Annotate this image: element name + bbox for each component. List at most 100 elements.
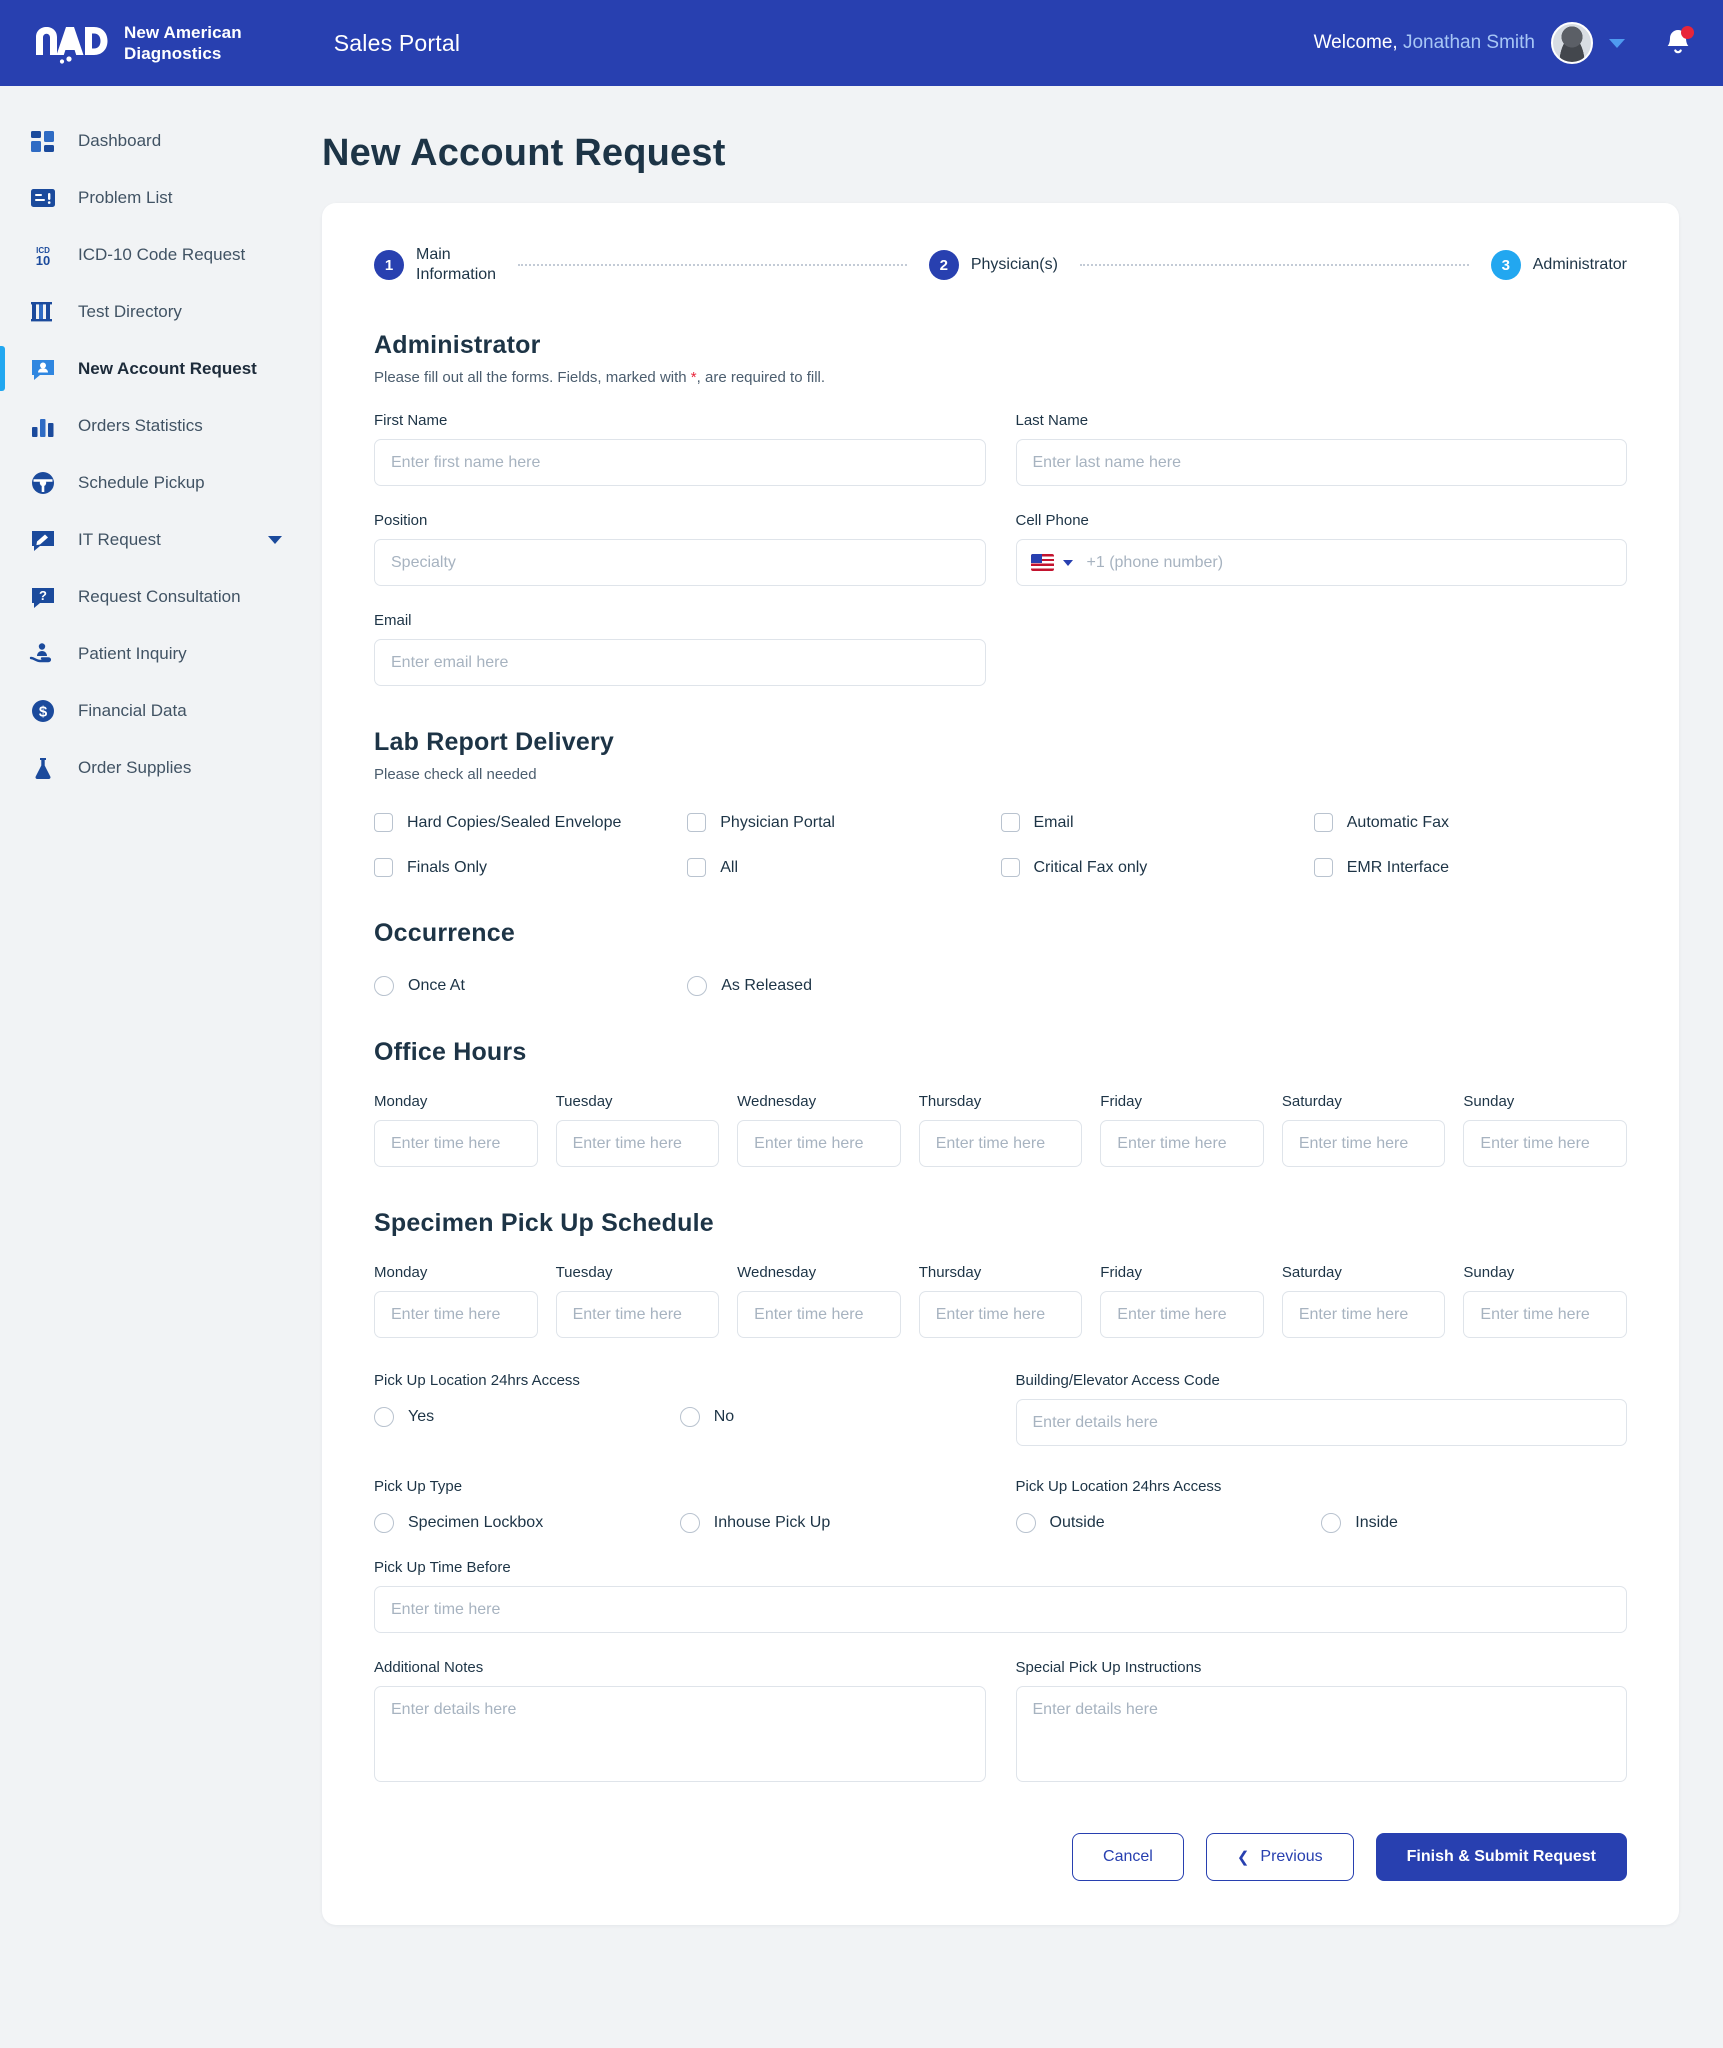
step-physicians[interactable]: 2 Physician(s) (928, 250, 1058, 280)
sidebar-item-orders-statistics[interactable]: Orders Statistics (0, 397, 322, 454)
avatar[interactable] (1551, 22, 1593, 64)
sidebar-item-new-account-request[interactable]: New Account Request (0, 340, 322, 397)
office-hours-input-monday[interactable] (374, 1120, 538, 1167)
sidebar-item-label: Dashboard (78, 130, 162, 150)
notifications-button[interactable] (1663, 26, 1694, 59)
specimen-input-thursday[interactable] (918, 1291, 1083, 1338)
office-hours-section: Office Hours Monday Tuesday Wednesday Th… (374, 1038, 1627, 1167)
us-flag-icon (1030, 554, 1054, 571)
brand-line-1: New American (124, 22, 242, 42)
specimen-input-sunday[interactable] (1463, 1291, 1627, 1338)
specimen-input-friday[interactable] (1100, 1291, 1264, 1338)
office-hours-input-sunday[interactable] (1463, 1120, 1627, 1167)
sidebar-item-order-supplies[interactable]: Order Supplies (0, 739, 322, 796)
first-name-input[interactable] (374, 439, 986, 486)
specimen-input-wednesday[interactable] (737, 1291, 901, 1338)
sidebar-item-schedule-pickup[interactable]: Schedule Pickup (0, 454, 322, 511)
office-hours-input-saturday[interactable] (1281, 1120, 1446, 1167)
cell-phone-placeholder: +1 (phone number) (1086, 553, 1224, 571)
sidebar-item-icd10[interactable]: ICD 10 ICD-10 Code Request (0, 226, 322, 283)
radio-once-at[interactable]: Once At (374, 976, 687, 996)
cancel-button[interactable]: Cancel (1072, 1833, 1184, 1881)
checkbox-box (374, 813, 393, 832)
specimen-pickup-title: Specimen Pick Up Schedule (374, 1209, 714, 1237)
checkbox-label: Physician Portal (720, 813, 835, 831)
previous-button[interactable]: ❮ Previous (1205, 1833, 1354, 1881)
office-hours-input-thursday[interactable] (918, 1120, 1083, 1167)
brand-logo[interactable]: New American Diagnostics (32, 21, 242, 65)
access-code-input[interactable] (1015, 1399, 1627, 1446)
lab-report-delivery-subtitle: Please check all needed (374, 766, 537, 783)
day-label: Sunday (1463, 1093, 1515, 1110)
checkbox-hard-copies[interactable]: Hard Copies/Sealed Envelope (374, 813, 687, 832)
last-name-input[interactable] (1015, 439, 1627, 486)
steering-wheel-icon (32, 471, 54, 494)
radio-inside[interactable]: Inside (1321, 1513, 1627, 1533)
checkbox-box (1000, 858, 1020, 877)
radio-circle (1321, 1513, 1342, 1533)
previous-button-label: Previous (1260, 1848, 1323, 1865)
radio-specimen-lockbox[interactable]: Specimen Lockbox (374, 1513, 680, 1533)
checkbox-emr-interface[interactable]: EMR Interface (1313, 858, 1627, 877)
checkbox-email[interactable]: Email (1000, 813, 1314, 832)
day-label: Monday (374, 1093, 428, 1110)
checkbox-physician-portal[interactable]: Physician Portal (687, 813, 1000, 832)
checkbox-label: Finals Only (407, 858, 488, 876)
svg-text:$: $ (39, 703, 48, 720)
specimen-input-tuesday[interactable] (555, 1291, 720, 1338)
radio-outside[interactable]: Outside (1015, 1513, 1322, 1533)
subtitle-before: Please fill out all the forms. Fields, m… (374, 369, 691, 386)
step-administrator[interactable]: 3 Administrator (1490, 250, 1627, 280)
checkbox-box (1313, 813, 1333, 832)
office-hours-input-friday[interactable] (1100, 1120, 1264, 1167)
email-field: Email (374, 612, 986, 686)
chevron-down-icon[interactable] (1609, 38, 1625, 48)
pickup-time-before-field: Pick Up Time Before (374, 1559, 1627, 1633)
chevron-down-icon[interactable] (268, 535, 282, 544)
cell-phone-input[interactable]: +1 (phone number) (1015, 539, 1627, 586)
additional-notes-textarea[interactable] (374, 1686, 986, 1782)
radio-circle (374, 976, 394, 996)
occurrence-options: Once At As Released (374, 976, 1627, 996)
finish-submit-button[interactable]: Finish & Submit Request (1375, 1833, 1627, 1881)
radio-circle (374, 1513, 394, 1533)
form-heading: Administrator (374, 331, 541, 359)
sidebar-item-patient-inquiry[interactable]: Patient Inquiry (0, 625, 322, 682)
chevron-down-icon[interactable] (1062, 559, 1073, 566)
radio-inhouse-pickup[interactable]: Inhouse Pick Up (679, 1513, 986, 1533)
office-hours-thursday: Thursday (918, 1093, 1083, 1167)
radio-access-yes[interactable]: Yes (374, 1407, 680, 1427)
checkbox-all[interactable]: All (687, 858, 1000, 877)
special-instructions-textarea[interactable] (1015, 1686, 1627, 1782)
sidebar-item-dashboard[interactable]: Dashboard (0, 112, 322, 169)
checkbox-label: Critical Fax only (1033, 858, 1148, 876)
sidebar-item-financial-data[interactable]: $ Financial Data (0, 682, 322, 739)
patient-inquiry-icon (29, 642, 52, 662)
checkbox-automatic-fax[interactable]: Automatic Fax (1313, 813, 1627, 832)
position-input[interactable] (374, 539, 986, 586)
bar-chart-icon (32, 418, 54, 437)
sidebar-item-test-directory[interactable]: Test Directory (0, 283, 322, 340)
notification-badge (1681, 26, 1694, 39)
email-input[interactable] (374, 639, 986, 686)
office-hours-input-wednesday[interactable] (737, 1120, 901, 1167)
checkbox-critical-fax-only[interactable]: Critical Fax only (1000, 858, 1314, 877)
office-hours-input-tuesday[interactable] (555, 1120, 720, 1167)
sidebar-item-it-request[interactable]: IT Request (0, 511, 322, 568)
checkbox-finals-only[interactable]: Finals Only (374, 858, 687, 877)
specimen-input-monday[interactable] (374, 1291, 538, 1338)
specimen-sunday: Sunday (1463, 1264, 1627, 1338)
radio-access-no[interactable]: No (679, 1407, 986, 1427)
pickup-time-before-input[interactable] (374, 1586, 1627, 1633)
new-account-icon (32, 359, 54, 380)
radio-label: Yes (408, 1408, 435, 1425)
sidebar-item-request-consultation[interactable]: ? Request Consultation (0, 568, 322, 625)
step-main-information[interactable]: 1 Main Information (374, 245, 496, 285)
office-hours-sunday: Sunday (1463, 1093, 1627, 1167)
specimen-input-saturday[interactable] (1281, 1291, 1446, 1338)
sidebar-item-problem-list[interactable]: Problem List (0, 169, 322, 226)
radio-as-released[interactable]: As Released (687, 976, 1000, 996)
problem-list-icon (31, 188, 55, 207)
pickup-location-options: Outside Inside (1015, 1513, 1628, 1533)
user-name: Jonathan Smith (1402, 32, 1535, 53)
